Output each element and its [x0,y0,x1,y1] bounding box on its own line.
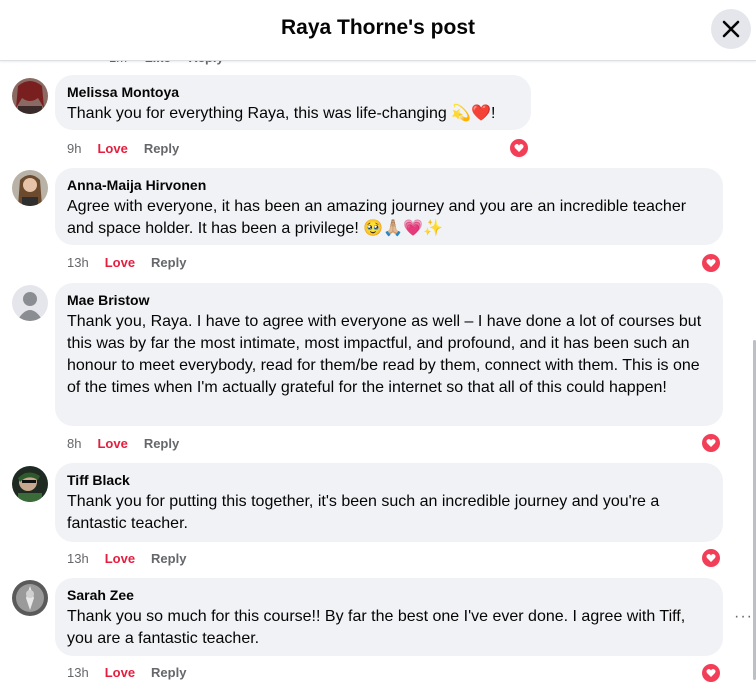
reply-button[interactable]: Reply [144,436,179,451]
love-button[interactable]: Love [105,255,135,270]
comment-actions: 8h Love Reply [67,436,179,451]
profile-photo [12,580,48,616]
heart-icon [706,554,716,562]
reply-button[interactable]: Reply [151,665,186,680]
comment-text: Thank you for putting this together, it'… [67,493,660,532]
page-title: Raya Thorne's post [280,16,476,39]
comment-author[interactable]: Tiff Black [67,471,711,489]
love-button[interactable]: Love [97,141,127,156]
avatar[interactable] [12,466,48,502]
default-avatar-icon [12,285,48,321]
comment-bubble: Tiff Black Thank you for putting this to… [55,463,723,542]
love-reaction-badge[interactable] [700,662,722,684]
heart-icon [706,669,716,677]
comment-author[interactable]: Melissa Montoya [67,83,519,101]
comment-text: Agree with everyone, it has been an amaz… [67,198,687,237]
comment-time[interactable]: 13h [67,665,89,680]
reply-button[interactable]: Reply [144,141,179,156]
love-reaction-badge[interactable] [700,252,722,274]
comment-time[interactable]: 9h [67,141,81,156]
love-button[interactable]: Love [105,551,135,566]
more-options-button[interactable]: ··· [734,608,753,626]
comment-bubble: Sarah Zee Thank you so much for this cou… [55,578,723,656]
comment-bubble: Melissa Montoya Thank you for everything… [55,75,531,130]
love-reaction-badge[interactable] [700,547,722,569]
comment-time[interactable]: 8h [67,436,81,451]
comment-actions: 9h Love Reply [67,141,179,156]
love-button[interactable]: Love [97,436,127,451]
heart-icon [706,259,716,267]
close-icon [722,20,740,38]
comment-author[interactable]: Sarah Zee [67,586,711,604]
profile-photo [12,466,48,502]
comment-text: Thank you for everything Raya, this was … [67,105,496,122]
comment-time[interactable]: 13h [67,255,89,270]
comment-bubble: Mae Bristow Thank you, Raya. I have to a… [55,283,723,426]
love-reaction-badge[interactable] [508,137,530,159]
close-button[interactable] [711,9,751,49]
comment-actions: 13h Love Reply [67,665,186,680]
love-button[interactable]: Love [105,665,135,680]
heart-icon [706,439,716,447]
reply-button[interactable]: Reply [151,551,186,566]
profile-photo [12,78,48,114]
comment-actions: 13h Love Reply [67,551,186,566]
comment-author[interactable]: Anna-Maija Hirvonen [67,176,711,194]
avatar[interactable] [12,285,48,321]
comment-time[interactable]: 13h [67,551,89,566]
comment-text: Thank you, Raya. I have to agree with ev… [67,313,702,396]
love-reaction-badge[interactable] [700,432,722,454]
avatar[interactable] [12,170,48,206]
heart-icon [514,144,524,152]
comment-bubble: Anna-Maija Hirvonen Agree with everyone,… [55,168,723,245]
post-header: Raya Thorne's post [0,0,756,61]
comment-author[interactable]: Mae Bristow [67,291,711,309]
avatar[interactable] [12,78,48,114]
reply-button[interactable]: Reply [151,255,186,270]
avatar[interactable] [12,580,48,616]
comment-actions: 13h Love Reply [67,255,186,270]
comment-text: Thank you so much for this course!! By f… [67,608,686,647]
profile-photo [12,170,48,206]
